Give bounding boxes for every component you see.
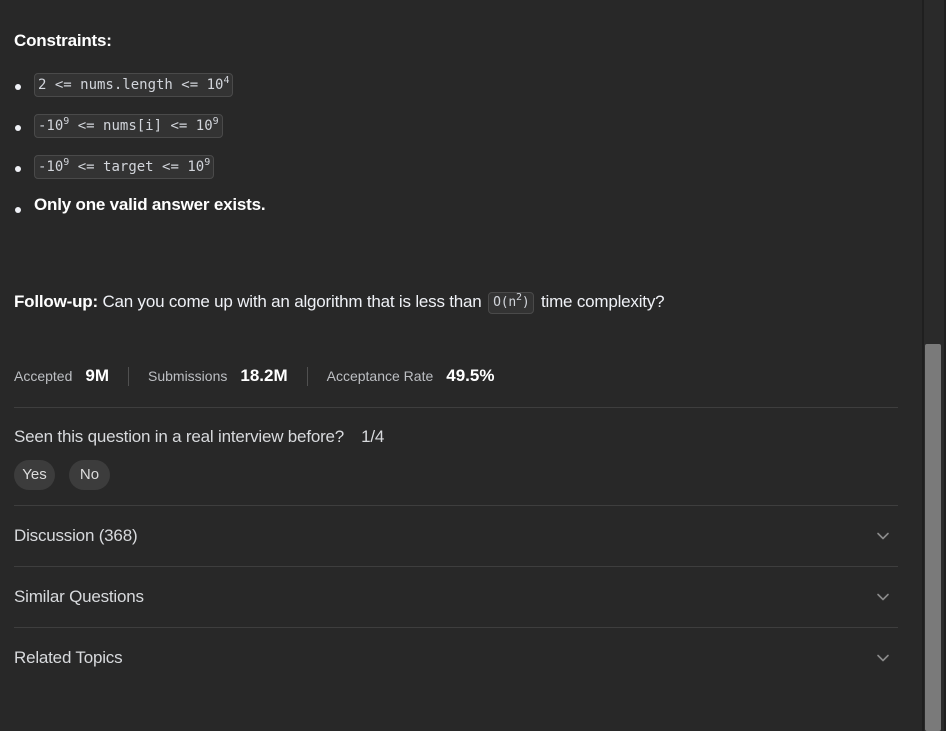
stats-bar: Accepted 9M Submissions 18.2M Acceptance… — [14, 366, 494, 386]
vertical-scrollbar[interactable] — [922, 0, 946, 731]
acceptance-rate-label: Acceptance Rate — [326, 368, 434, 384]
constraint-text: <= nums[i] <= 10 — [69, 118, 213, 134]
discussion-accordion[interactable]: Discussion (368) — [14, 506, 898, 566]
stat-divider — [128, 366, 129, 386]
constraint-item: 2 <= nums.length <= 104 — [14, 73, 265, 114]
section-divider — [14, 407, 898, 408]
constraint-item: -109 <= nums[i] <= 109 — [14, 114, 265, 155]
code-text: ) — [521, 295, 530, 310]
constraint-item: Only one valid answer exists. — [14, 195, 266, 237]
no-button[interactable]: No — [69, 460, 110, 490]
constraints-heading: Constraints: — [14, 31, 112, 50]
chevron-down-icon — [877, 654, 889, 662]
constraints-list: 2 <= nums.length <= 104 -10 9 <= nums[i] … — [14, 73, 266, 237]
stat-divider — [306, 366, 308, 386]
constraint-note: Only one valid answer exists. — [34, 195, 266, 214]
chevron-down-icon — [877, 532, 889, 540]
accordion-title: Similar Questions — [14, 587, 144, 606]
followup-text-end: time complexity? — [536, 292, 665, 311]
complexity-code: O(n2) — [488, 292, 535, 314]
related-topics-accordion[interactable]: Related Topics — [14, 628, 898, 688]
followup-label: Follow-up: — [14, 292, 98, 311]
constraint-text: -10 — [38, 118, 64, 134]
constraint-code: -109 <= nums[i] <= 109 — [34, 114, 223, 138]
constraint-code: 2 <= nums.length <= 104 — [34, 73, 234, 97]
problem-description-panel: Constraints: 2 <= nums.length <= 104 -10… — [0, 0, 946, 731]
constraint-exponent: 9 — [212, 116, 219, 127]
interview-count: 1/4 — [361, 427, 385, 446]
constraint-text: <= target <= 10 — [69, 159, 205, 175]
accordion-title: Related Topics — [14, 648, 123, 667]
constraint-exponent: 4 — [223, 75, 230, 86]
acceptance-rate-value: 49.5% — [446, 366, 495, 385]
followup-text: Can you come up with an algorithm that i… — [97, 292, 487, 311]
yes-button[interactable]: Yes — [14, 460, 55, 490]
accepted-label: Accepted — [14, 368, 73, 384]
constraint-text: -10 — [38, 159, 64, 175]
constraint-text: 2 <= nums.length <= 10 — [38, 77, 224, 93]
submissions-label: Submissions — [148, 368, 228, 384]
accepted-value: 9M — [85, 366, 109, 385]
code-text: O(n — [493, 295, 516, 310]
interview-question-text: Seen this question in a real interview b… — [14, 427, 345, 446]
chevron-down-icon — [877, 593, 889, 601]
submissions-value: 18.2M — [240, 366, 288, 385]
followup-paragraph: Follow-up: Can you come up with an algor… — [14, 292, 665, 314]
constraint-exponent: 9 — [204, 157, 211, 168]
interview-question: Seen this question in a real interview b… — [14, 427, 384, 447]
accordion-title: Discussion (368) — [14, 526, 138, 545]
similar-questions-accordion[interactable]: Similar Questions — [14, 567, 898, 627]
constraint-code: -109 <= target <= 109 — [34, 155, 215, 179]
constraint-item: -109 <= target <= 109 — [14, 155, 265, 196]
scrollbar-thumb[interactable] — [925, 344, 941, 731]
